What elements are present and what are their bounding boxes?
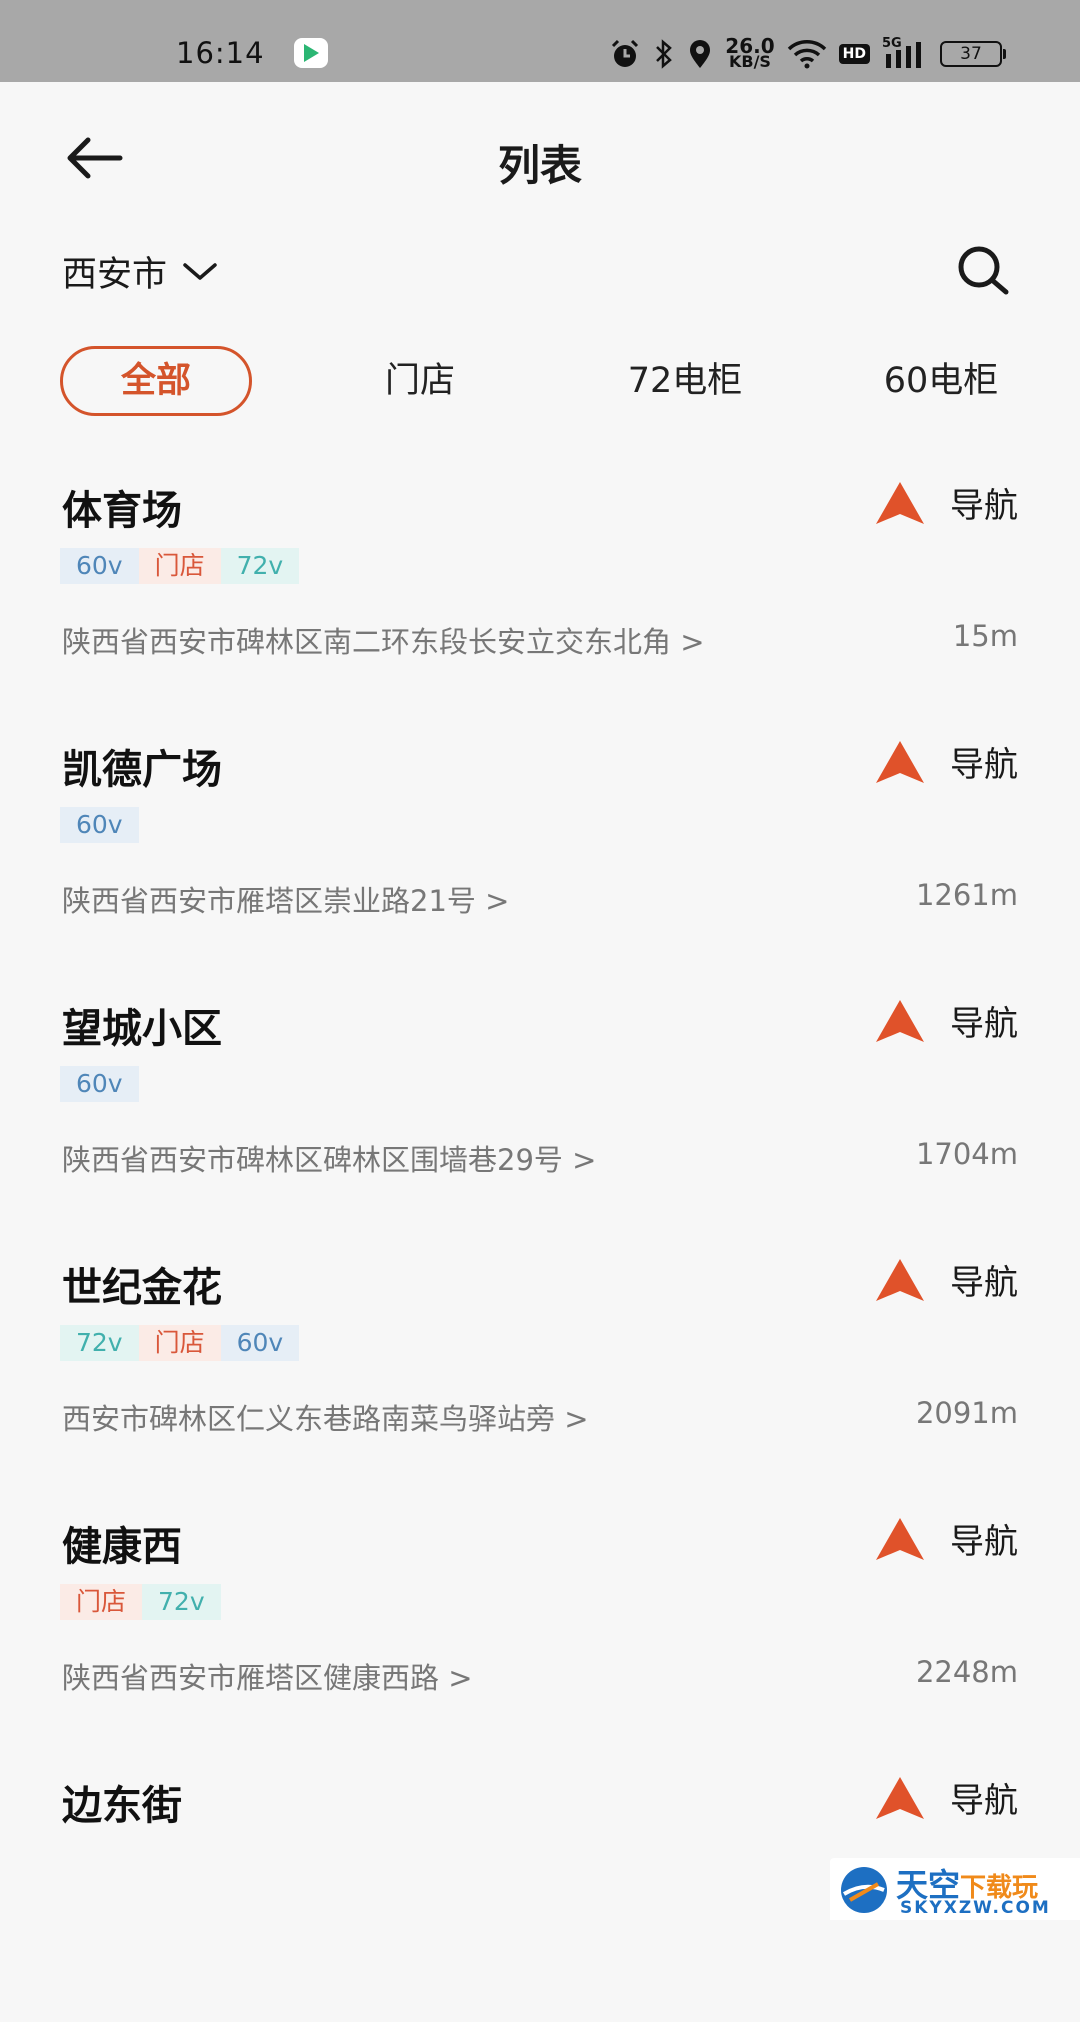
navigate-label: 导航 (950, 1004, 1018, 1044)
navigate-label: 导航 (950, 1263, 1018, 1303)
signal-icon (886, 42, 921, 68)
video-app-icon (294, 38, 328, 68)
station-address-link[interactable]: 陕西省西安市雁塔区崇业路21号 > (62, 878, 509, 920)
station-tag: 60v (220, 1325, 300, 1361)
station-name: 世纪金花 (62, 1265, 222, 1311)
station-name: 体育场 (62, 488, 182, 534)
tag-group: 60v (60, 1066, 139, 1102)
station-distance: 1704m (915, 1137, 1018, 1171)
station-tag: 门店 (60, 1584, 143, 1620)
navigate-button[interactable]: 导航 (874, 996, 1018, 1045)
tab-72-cabinet[interactable]: 72电柜 (590, 346, 780, 416)
tag-group: 60v 门店 72v (60, 548, 300, 584)
speed-unit: KB/S (728, 52, 771, 71)
navigate-button[interactable]: 导航 (874, 1514, 1018, 1563)
station-tag: 门店 (138, 548, 221, 584)
tab-all[interactable]: 全部 (60, 346, 252, 416)
list-item[interactable]: 健康西 导航门店 72v 陕西省西安市雁塔区健康西路 > 2248m (0, 1504, 1080, 1763)
alarm-icon (612, 39, 639, 67)
station-address-link[interactable]: 西安市碑林区仁义东巷路南菜鸟驿站旁 > (62, 1396, 589, 1438)
station-name: 边东街 (62, 1783, 182, 1829)
station-tag: 72v (60, 1325, 139, 1361)
station-name: 望城小区 (62, 1006, 222, 1052)
navigate-button[interactable]: 导航 (874, 1773, 1018, 1822)
search-icon[interactable] (954, 244, 1012, 296)
battery-indicator: 37 (940, 41, 1006, 67)
station-address-link[interactable]: 陕西省西安市碑林区碑林区围墙巷29号 > (62, 1137, 596, 1179)
location-icon (690, 40, 711, 68)
list-item[interactable]: 望城小区 导航 60v 陕西省西安市碑林区碑林区围墙巷29号 > 1704m (0, 986, 1080, 1245)
cell-signal: 5G (882, 36, 928, 70)
tab-store[interactable]: 门店 (360, 346, 480, 416)
station-distance: 15m (952, 619, 1018, 653)
station-tag: 60v (60, 1066, 139, 1102)
list-item[interactable]: 世纪金花 导航 72v 门店 60v 西安市碑林区仁义东巷路南菜鸟驿站旁 > 2091m (0, 1245, 1080, 1504)
station-distance: 1261m (915, 878, 1018, 912)
navigate-button[interactable]: 导航 (874, 1255, 1018, 1304)
watermark-domain: SKYXZW.COM (900, 1898, 1051, 1918)
status-time: 16:14 (176, 36, 265, 70)
hd-badge: HD (838, 44, 870, 64)
navigate-button[interactable]: 导航 (874, 737, 1018, 786)
network-speed: 26.0 KB/S (725, 36, 774, 71)
navigation-arrow-icon (876, 1258, 924, 1301)
navigation-arrow-icon (876, 740, 924, 783)
station-name: 凯德广场 (62, 747, 222, 793)
station-distance: 2248m (915, 1655, 1018, 1689)
station-tag: 60v (60, 548, 139, 584)
station-tag: 门店 (138, 1325, 221, 1361)
station-tag: 72v (220, 548, 300, 584)
tag-group: 60v (60, 807, 139, 843)
navigate-label: 导航 (950, 745, 1018, 785)
navigate-label: 导航 (950, 1781, 1018, 1821)
station-address-link[interactable]: 陕西省西安市碑林区南二环东段长安立交东北角 > (62, 619, 705, 661)
navigation-arrow-icon (876, 481, 924, 524)
tag-group: 72v 门店 60v (60, 1325, 300, 1361)
city-label: 西安市 (62, 255, 168, 295)
chevron-down-icon (183, 262, 217, 280)
status-icons: 26.0 KB/S HD 5G 37 (609, 34, 1006, 74)
city-selector[interactable]: 西安市 (62, 246, 219, 297)
navigate-label: 导航 (950, 1522, 1018, 1562)
status-bar: 16:14 26.0 KB/S HD 5G 37 (0, 0, 1080, 82)
station-tag: 60v (60, 807, 139, 843)
navigate-button[interactable]: 导航 (874, 478, 1018, 527)
navigation-arrow-icon (876, 1776, 924, 1819)
station-distance: 2091m (915, 1396, 1018, 1430)
site-watermark: 天空下载玩 SKYXZW.COM (830, 1858, 1080, 1920)
station-tag: 72v (142, 1584, 221, 1620)
tab-60-cabinet[interactable]: 60电柜 (846, 346, 1036, 416)
list-item[interactable]: 体育场 导航 60v 门店 72v 陕西省西安市碑林区南二环东段长安立交东北角 > 15m (0, 468, 1080, 727)
tag-group: 门店 72v (60, 1584, 221, 1620)
filter-tabs: 全部 门店 72电柜 60电柜 (60, 346, 1020, 418)
watermark-logo-icon (841, 1867, 887, 1913)
list-item[interactable]: 凯德广场 导航 60v 陕西省西安市雁塔区崇业路21号 > 1261m (0, 727, 1080, 986)
station-address-link[interactable]: 陕西省西安市雁塔区健康西路 > (62, 1655, 473, 1697)
bluetooth-icon (656, 39, 673, 69)
navigate-label: 导航 (950, 486, 1018, 526)
wifi-icon (787, 40, 826, 69)
navigation-arrow-icon (876, 999, 924, 1042)
station-list: 体育场 导航 60v 门店 72v 陕西省西安市碑林区南二环东段长安立交东北角 >15m 凯… (0, 468, 1080, 2022)
page-title: 列表 (497, 141, 582, 190)
station-name: 健康西 (62, 1524, 182, 1570)
navigation-arrow-icon (876, 1517, 924, 1560)
